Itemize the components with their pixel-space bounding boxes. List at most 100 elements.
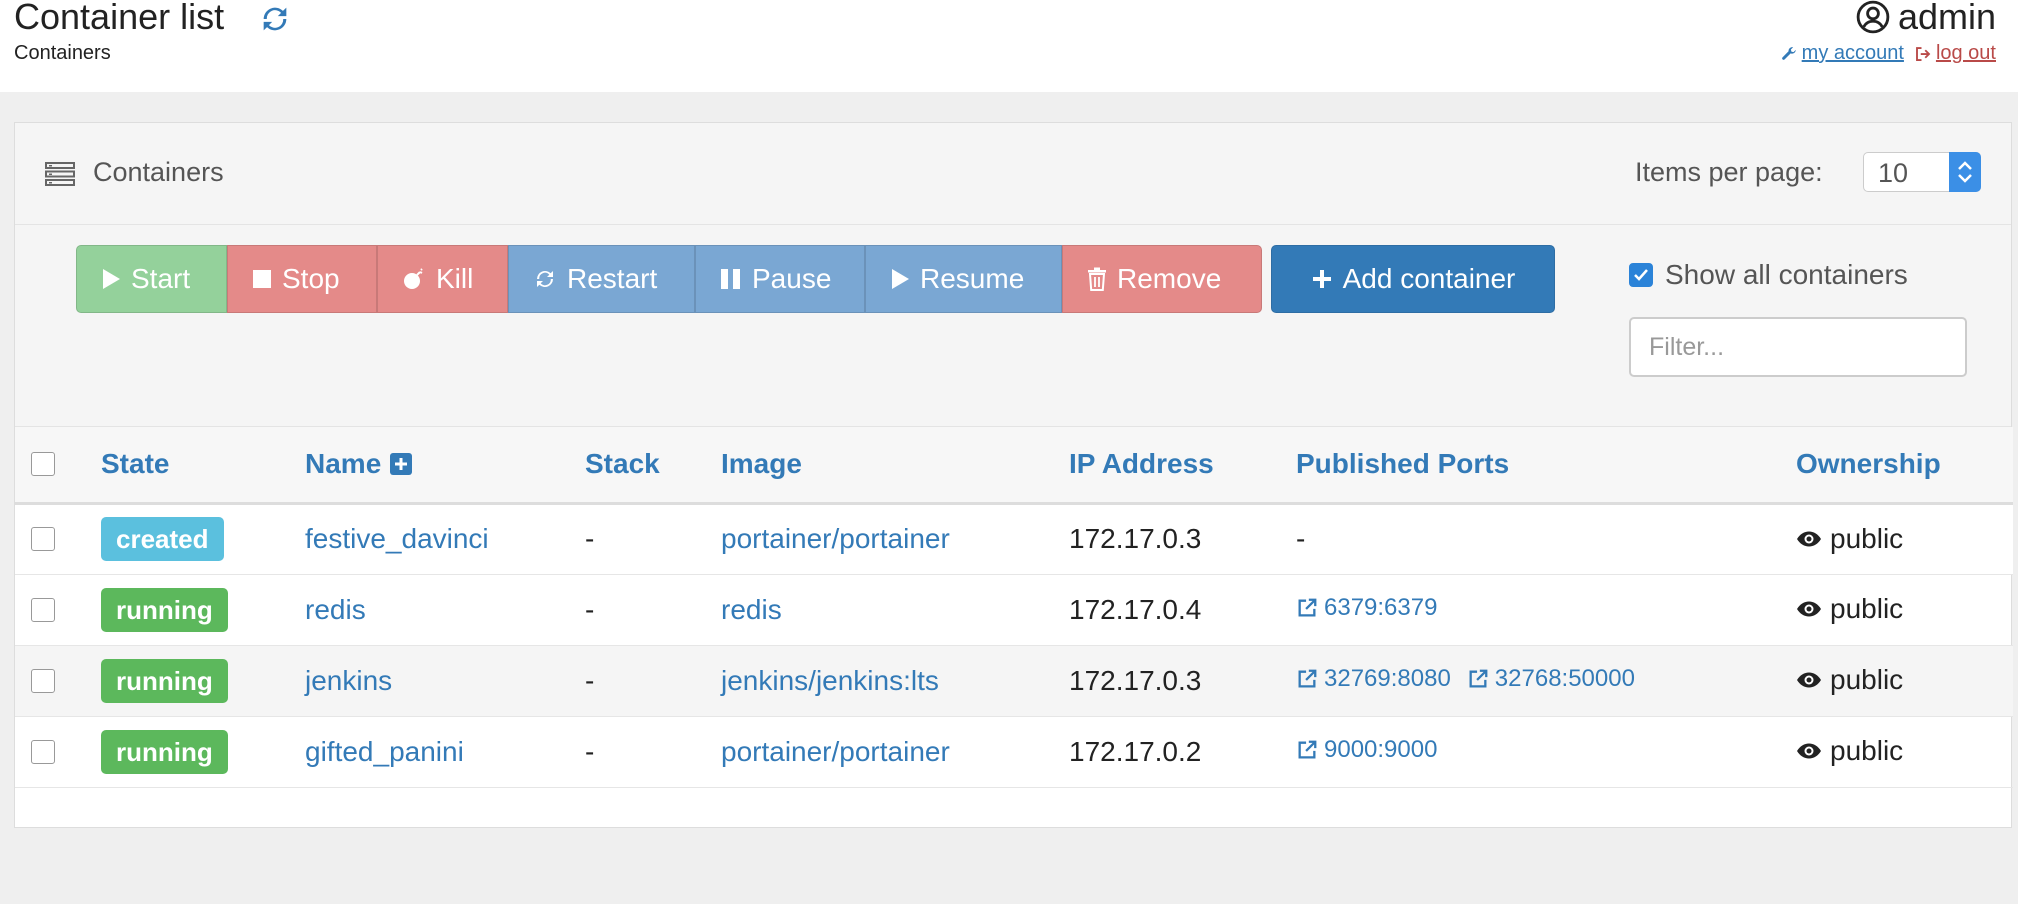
container-name-link[interactable]: redis — [305, 594, 366, 625]
pause-button[interactable]: Pause — [695, 245, 865, 313]
user-circle-icon — [1856, 0, 1890, 34]
my-account-label: my account — [1801, 42, 1904, 64]
show-all-toggle[interactable]: Show all containers — [1629, 259, 1908, 291]
kill-label: Kill — [436, 263, 474, 294]
show-all-label: Show all containers — [1665, 259, 1908, 290]
column-header-ownership[interactable]: Ownership — [1796, 427, 2013, 505]
image-link[interactable]: portainer/portainer — [721, 736, 950, 767]
breadcrumb: Containers — [14, 42, 111, 64]
port-label: 32769:8080 — [1324, 664, 1451, 692]
ports-cell: 32769:8080 32768:50000 — [1296, 645, 1796, 717]
stack-cell: - — [585, 503, 721, 575]
row-checkbox[interactable] — [31, 668, 55, 693]
status-badge: running — [101, 658, 228, 703]
items-per-page-label: Items per page: — [1635, 157, 1823, 187]
refresh-icon[interactable] — [258, 2, 292, 36]
user-links: my account log out — [1780, 42, 1996, 65]
start-label: Start — [131, 263, 191, 294]
column-header-stack[interactable]: Stack — [585, 427, 721, 505]
port-label: 6379:6379 — [1324, 593, 1438, 621]
plus-square-icon — [390, 453, 413, 476]
select-arrows — [1949, 152, 1981, 192]
start-button[interactable]: Start — [76, 245, 227, 313]
status-badge: created — [101, 517, 224, 561]
my-account-link[interactable]: my account — [1780, 42, 1904, 65]
restart-button[interactable]: Restart — [508, 245, 695, 313]
stop-button[interactable]: Stop — [227, 245, 377, 313]
trash-icon — [1088, 267, 1106, 291]
kill-button[interactable]: Kill — [377, 245, 508, 313]
ownership: public — [1796, 523, 1903, 555]
image-link[interactable]: redis — [721, 594, 782, 625]
column-header-name-label: Name — [305, 448, 382, 480]
column-header-image[interactable]: Image — [721, 427, 1069, 505]
published-port-link[interactable]: 32768:50000 — [1467, 665, 1635, 693]
image-link[interactable]: jenkins/jenkins:lts — [721, 665, 939, 696]
items-per-page-value: 10 — [1878, 158, 1909, 188]
resume-label: Resume — [920, 263, 1025, 294]
ports-cell: - — [1296, 503, 1796, 575]
username: admin — [1897, 0, 1996, 37]
row-checkbox[interactable] — [31, 597, 55, 622]
stop-icon — [253, 270, 271, 288]
column-header-name[interactable]: Name — [305, 427, 585, 505]
ports-cell: 9000:9000 — [1296, 716, 1796, 788]
published-port-link[interactable]: 32769:8080 — [1296, 665, 1451, 693]
check-icon — [1634, 269, 1648, 281]
status-badge: running — [101, 587, 228, 632]
ports-empty: - — [1296, 523, 1306, 554]
eye-icon — [1797, 601, 1821, 617]
add-container-button[interactable]: Add container — [1271, 245, 1555, 313]
column-header-ip[interactable]: IP Address — [1069, 427, 1296, 505]
eye-icon — [1797, 672, 1821, 688]
external-link-icon — [1298, 669, 1317, 687]
sign-out-icon — [1916, 46, 1931, 61]
toolbar: Start Stop Kill Restart Pause Resume Rem… — [15, 225, 2011, 427]
ownership: public — [1796, 593, 1903, 625]
published-port-link[interactable]: 6379:6379 — [1296, 594, 1437, 622]
row-checkbox[interactable] — [31, 739, 55, 764]
eye-icon — [1797, 531, 1821, 546]
stack-cell: - — [585, 716, 721, 788]
play-icon — [103, 269, 120, 289]
ip-cell: 172.17.0.3 — [1069, 645, 1296, 717]
external-link-icon — [1298, 740, 1317, 758]
remove-button[interactable]: Remove — [1062, 245, 1262, 313]
page-header: Container list Containers admin my accou… — [0, 0, 2018, 92]
ip-cell: 172.17.0.2 — [1069, 716, 1296, 788]
resume-button[interactable]: Resume — [865, 245, 1062, 313]
logout-link[interactable]: log out — [1914, 42, 1996, 65]
action-button-group: Start Stop Kill Restart Pause Resume Rem… — [76, 245, 1262, 313]
ip-cell: 172.17.0.3 — [1069, 503, 1296, 575]
container-name-link[interactable]: festive_davinci — [305, 523, 489, 554]
stack-cell: - — [585, 645, 721, 717]
image-link[interactable]: portainer/portainer — [721, 523, 950, 554]
ownership-label: public — [1830, 664, 1904, 695]
container-name-link[interactable]: gifted_panini — [305, 736, 464, 767]
port-label: 32768:50000 — [1494, 664, 1635, 692]
table-row: running redis - redis 172.17.0.4 6379:6379 pub… — [15, 574, 2013, 646]
column-header-ports[interactable]: Published Ports — [1296, 427, 1796, 505]
table-row: created festive_davinci - portainer/portain… — [15, 503, 2013, 575]
chevron-up-down-icon — [1958, 161, 1972, 183]
list-icon — [45, 162, 75, 186]
table-header-row: State Name Stack Image IP Address Publis… — [15, 427, 2013, 505]
containers-panel: Containers Items per page: 10 Start Stop — [14, 122, 2013, 828]
add-container-label: Add container — [1342, 263, 1516, 294]
show-all-checkbox[interactable] — [1629, 263, 1653, 287]
port-label: 9000:9000 — [1324, 735, 1438, 763]
containers-table-wrap: State Name Stack Image IP Address Publis… — [15, 427, 2013, 788]
panel-title: Containers — [93, 157, 224, 187]
select-all-checkbox[interactable] — [31, 452, 55, 477]
filter-input[interactable] — [1629, 317, 1967, 377]
row-checkbox[interactable] — [31, 527, 55, 551]
bomb-icon — [404, 268, 423, 289]
table-row: running gifted_panini - portainer/portainer… — [15, 716, 2013, 788]
external-link-icon — [1469, 669, 1488, 687]
remove-label: Remove — [1117, 263, 1222, 294]
ip-cell: 172.17.0.4 — [1069, 574, 1296, 646]
items-per-page-select[interactable]: 10 — [1863, 152, 1981, 192]
published-port-link[interactable]: 9000:9000 — [1296, 736, 1437, 764]
container-name-link[interactable]: jenkins — [305, 665, 392, 696]
column-header-state[interactable]: State — [101, 427, 305, 505]
